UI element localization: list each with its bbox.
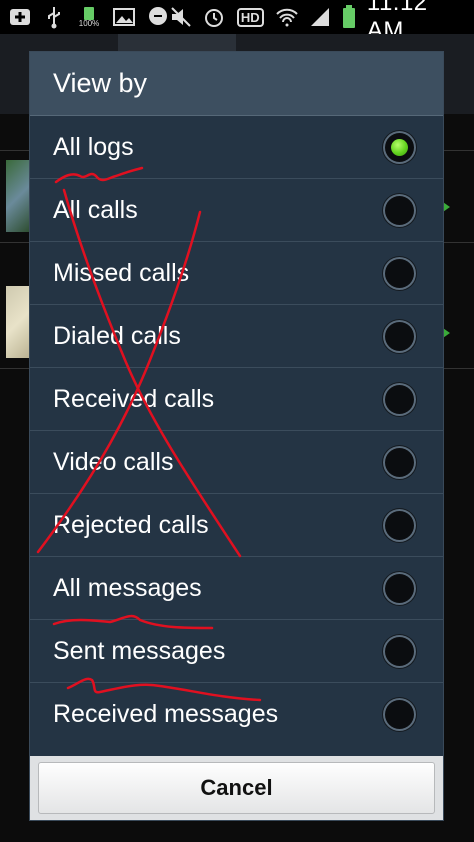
radio-unselected-icon[interactable] <box>383 320 416 353</box>
plus-badge-icon <box>8 5 32 29</box>
usb-icon <box>42 5 66 29</box>
alarm-icon <box>203 5 226 29</box>
gallery-icon <box>112 5 136 29</box>
status-bar: 100% HD 11:12 AM <box>0 0 474 44</box>
cancel-button[interactable]: Cancel <box>38 762 435 814</box>
radio-unselected-icon[interactable] <box>383 698 416 731</box>
radio-unselected-icon[interactable] <box>383 194 416 227</box>
radio-unselected-icon[interactable] <box>383 635 416 668</box>
wifi-icon <box>275 5 299 29</box>
battery-icon <box>342 5 357 29</box>
hd-icon: HD <box>236 5 265 29</box>
dialog-title: View by <box>30 52 443 116</box>
option-all-logs[interactable]: All logs <box>30 116 443 179</box>
hd-badge-text: HD <box>236 7 264 27</box>
radio-selected-icon[interactable] <box>383 131 416 164</box>
option-all-calls[interactable]: All calls <box>30 179 443 242</box>
view-by-dialog: View by All logs All calls Missed calls … <box>30 52 443 820</box>
signal-icon <box>309 5 332 29</box>
option-dialed-calls[interactable]: Dialed calls <box>30 305 443 368</box>
option-video-calls[interactable]: Video calls <box>30 431 443 494</box>
dialog-footer: Cancel <box>30 756 443 820</box>
background-thumbnail <box>6 286 32 358</box>
radio-unselected-icon[interactable] <box>383 572 416 605</box>
chat-bubble-icon <box>146 5 170 29</box>
option-all-messages[interactable]: All messages <box>30 557 443 620</box>
radio-unselected-icon[interactable] <box>383 383 416 416</box>
option-rejected-calls[interactable]: Rejected calls <box>30 494 443 557</box>
view-by-options-list: All logs All calls Missed calls Dialed c… <box>30 116 443 746</box>
battery-percent-text: 100% <box>78 19 100 28</box>
option-sent-messages[interactable]: Sent messages <box>30 620 443 683</box>
battery-percent-icon: 100% <box>76 5 102 29</box>
radio-unselected-icon[interactable] <box>383 257 416 290</box>
status-left-icons: 100% <box>8 5 170 29</box>
background-thumbnail <box>6 160 32 232</box>
radio-unselected-icon[interactable] <box>383 446 416 479</box>
radio-unselected-icon[interactable] <box>383 509 416 542</box>
option-received-messages[interactable]: Received messages <box>30 683 443 746</box>
mute-icon <box>170 5 193 29</box>
option-missed-calls[interactable]: Missed calls <box>30 242 443 305</box>
option-received-calls[interactable]: Received calls <box>30 368 443 431</box>
